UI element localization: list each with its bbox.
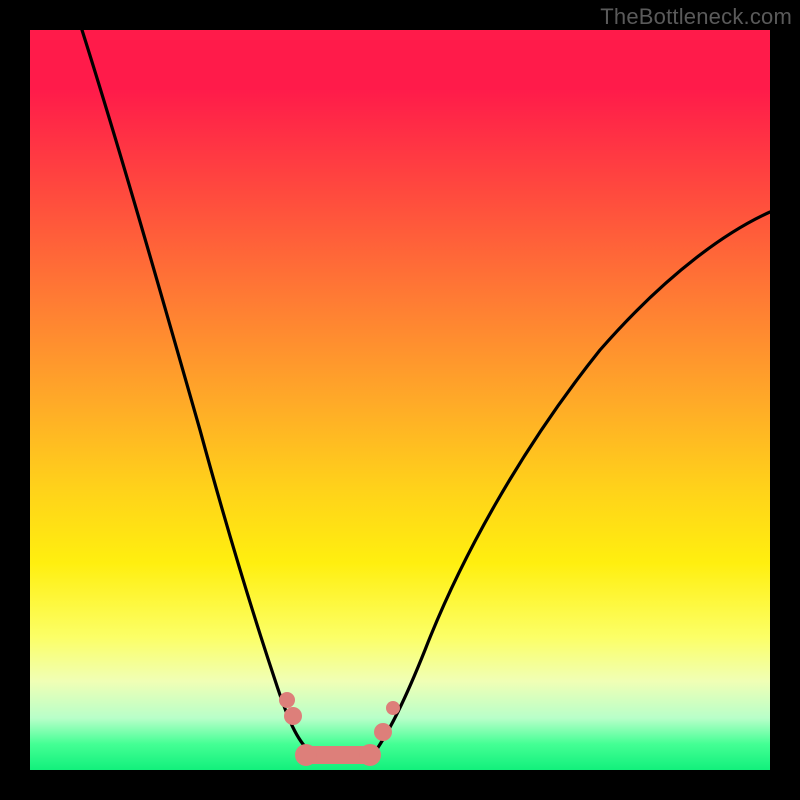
curve-layer [30, 30, 770, 770]
watermark-text: TheBottleneck.com [600, 4, 792, 30]
curve-left-branch [82, 30, 310, 752]
curve-right-branch [375, 212, 770, 752]
chart-frame: TheBottleneck.com [0, 0, 800, 800]
optimal-zone-marker [279, 692, 400, 766]
chart-plot-area [30, 30, 770, 770]
